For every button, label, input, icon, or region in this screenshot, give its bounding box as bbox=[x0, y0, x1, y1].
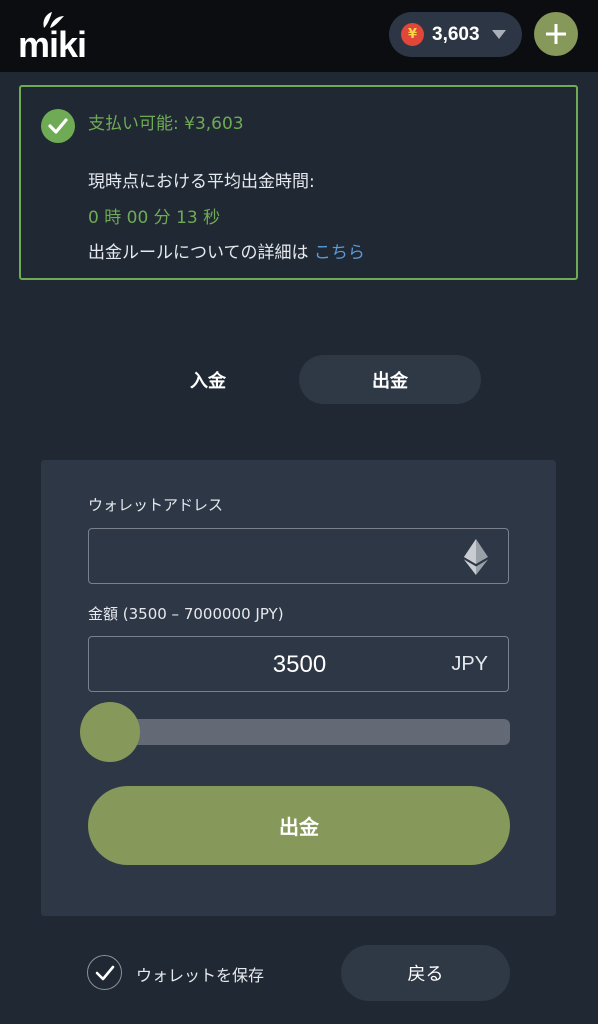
logo-text: miki bbox=[18, 24, 87, 65]
amount-input[interactable]: 3500 JPY bbox=[88, 636, 509, 692]
check-icon bbox=[95, 965, 114, 980]
available-balance: 支払い可能: ¥3,603 bbox=[88, 114, 244, 134]
deposit-withdraw-tabs: 入金 出金 bbox=[117, 355, 481, 404]
amount-slider-track[interactable] bbox=[126, 719, 510, 745]
amount-slider-thumb[interactable] bbox=[80, 702, 140, 762]
save-wallet-checkbox[interactable] bbox=[87, 955, 122, 990]
top-bar: miki ¥ 3,603 bbox=[0, 0, 598, 72]
avg-time-value: 0 時 00 分 13 秒 bbox=[88, 208, 221, 228]
amount-value: 3500 bbox=[272, 651, 327, 678]
add-funds-button[interactable] bbox=[534, 12, 578, 56]
wallet-address-input[interactable] bbox=[88, 528, 509, 584]
back-button[interactable]: 戻る bbox=[341, 945, 510, 1001]
ethereum-icon bbox=[464, 539, 488, 575]
rules-link[interactable]: こちら bbox=[314, 243, 365, 263]
yen-coin-icon: ¥ bbox=[401, 23, 424, 46]
tab-withdraw[interactable]: 出金 bbox=[299, 355, 481, 404]
save-wallet-label[interactable]: ウォレットを保存 bbox=[136, 962, 264, 986]
withdraw-submit-button[interactable]: 出金 bbox=[88, 786, 510, 865]
amount-unit: JPY bbox=[451, 653, 488, 675]
balance-amount: 3,603 bbox=[432, 24, 480, 45]
plus-icon bbox=[546, 24, 566, 44]
withdraw-form-panel: ウォレットアドレス 金額 (3500 – 7000000 JPY) 3500 J… bbox=[41, 460, 556, 916]
caret-down-icon bbox=[492, 30, 506, 39]
tab-deposit[interactable]: 入金 bbox=[117, 355, 299, 404]
rules-line: 出金ルールについての詳細は こちら bbox=[88, 238, 365, 263]
amount-label: 金額 (3500 – 7000000 JPY) bbox=[88, 605, 284, 623]
avg-time-label: 現時点における平均出金時間: bbox=[88, 172, 315, 192]
wallet-address-label: ウォレットアドレス bbox=[88, 496, 224, 514]
withdrawal-info-box: 支払い可能: ¥3,603 現時点における平均出金時間: 0 時 00 分 13… bbox=[19, 85, 578, 280]
rules-text: 出金ルールについての詳細は bbox=[88, 243, 309, 263]
balance-dropdown[interactable]: ¥ 3,603 bbox=[389, 12, 522, 57]
miki-logo[interactable]: miki bbox=[18, 10, 108, 65]
check-circle-icon bbox=[41, 109, 75, 143]
